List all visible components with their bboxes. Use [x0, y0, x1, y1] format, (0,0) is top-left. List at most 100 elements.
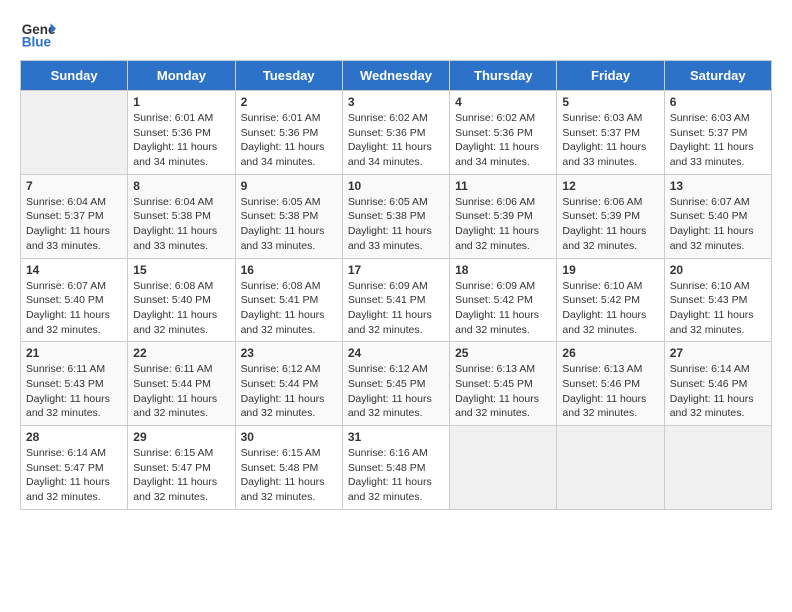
daylight-info: Daylight: 11 hours and 32 minutes.: [133, 475, 229, 504]
day-header-tuesday: Tuesday: [235, 61, 342, 91]
day-number: 6: [670, 95, 766, 109]
cell-details: Sunrise: 6:07 AM Sunset: 5:40 PM Dayligh…: [26, 279, 122, 338]
calendar-cell: 7 Sunrise: 6:04 AM Sunset: 5:37 PM Dayli…: [21, 174, 128, 258]
daylight-info: Daylight: 11 hours and 32 minutes.: [455, 224, 551, 253]
cell-details: Sunrise: 6:08 AM Sunset: 5:41 PM Dayligh…: [241, 279, 337, 338]
cell-details: Sunrise: 6:03 AM Sunset: 5:37 PM Dayligh…: [670, 111, 766, 170]
daylight-info: Daylight: 11 hours and 32 minutes.: [26, 308, 122, 337]
calendar-cell: 6 Sunrise: 6:03 AM Sunset: 5:37 PM Dayli…: [664, 91, 771, 175]
sunset-info: Sunset: 5:36 PM: [348, 126, 444, 141]
sunrise-info: Sunrise: 6:07 AM: [26, 279, 122, 294]
sunrise-info: Sunrise: 6:02 AM: [455, 111, 551, 126]
day-number: 24: [348, 346, 444, 360]
calendar-cell: 17 Sunrise: 6:09 AM Sunset: 5:41 PM Dayl…: [342, 258, 449, 342]
cell-details: Sunrise: 6:05 AM Sunset: 5:38 PM Dayligh…: [241, 195, 337, 254]
sunrise-info: Sunrise: 6:10 AM: [562, 279, 658, 294]
day-number: 30: [241, 430, 337, 444]
day-header-sunday: Sunday: [21, 61, 128, 91]
day-number: 19: [562, 263, 658, 277]
calendar-cell: 1 Sunrise: 6:01 AM Sunset: 5:36 PM Dayli…: [128, 91, 235, 175]
sunrise-info: Sunrise: 6:13 AM: [455, 362, 551, 377]
calendar-cell: 23 Sunrise: 6:12 AM Sunset: 5:44 PM Dayl…: [235, 342, 342, 426]
sunrise-info: Sunrise: 6:11 AM: [26, 362, 122, 377]
daylight-info: Daylight: 11 hours and 32 minutes.: [133, 392, 229, 421]
cell-details: Sunrise: 6:11 AM Sunset: 5:43 PM Dayligh…: [26, 362, 122, 421]
calendar-cell: 3 Sunrise: 6:02 AM Sunset: 5:36 PM Dayli…: [342, 91, 449, 175]
daylight-info: Daylight: 11 hours and 32 minutes.: [26, 392, 122, 421]
sunrise-info: Sunrise: 6:03 AM: [670, 111, 766, 126]
calendar-cell: 25 Sunrise: 6:13 AM Sunset: 5:45 PM Dayl…: [450, 342, 557, 426]
cell-details: Sunrise: 6:06 AM Sunset: 5:39 PM Dayligh…: [455, 195, 551, 254]
sunset-info: Sunset: 5:39 PM: [455, 209, 551, 224]
day-number: 9: [241, 179, 337, 193]
daylight-info: Daylight: 11 hours and 33 minutes.: [348, 224, 444, 253]
daylight-info: Daylight: 11 hours and 32 minutes.: [670, 224, 766, 253]
day-number: 22: [133, 346, 229, 360]
calendar-cell: 19 Sunrise: 6:10 AM Sunset: 5:42 PM Dayl…: [557, 258, 664, 342]
sunrise-info: Sunrise: 6:14 AM: [670, 362, 766, 377]
day-number: 23: [241, 346, 337, 360]
daylight-info: Daylight: 11 hours and 33 minutes.: [241, 224, 337, 253]
cell-details: Sunrise: 6:07 AM Sunset: 5:40 PM Dayligh…: [670, 195, 766, 254]
cell-details: Sunrise: 6:13 AM Sunset: 5:45 PM Dayligh…: [455, 362, 551, 421]
day-number: 10: [348, 179, 444, 193]
sunset-info: Sunset: 5:48 PM: [241, 461, 337, 476]
calendar-cell: 29 Sunrise: 6:15 AM Sunset: 5:47 PM Dayl…: [128, 426, 235, 510]
sunrise-info: Sunrise: 6:12 AM: [348, 362, 444, 377]
calendar-cell: 24 Sunrise: 6:12 AM Sunset: 5:45 PM Dayl…: [342, 342, 449, 426]
daylight-info: Daylight: 11 hours and 32 minutes.: [562, 308, 658, 337]
sunset-info: Sunset: 5:47 PM: [133, 461, 229, 476]
daylight-info: Daylight: 11 hours and 32 minutes.: [241, 475, 337, 504]
calendar-week-3: 14 Sunrise: 6:07 AM Sunset: 5:40 PM Dayl…: [21, 258, 772, 342]
daylight-info: Daylight: 11 hours and 32 minutes.: [455, 392, 551, 421]
daylight-info: Daylight: 11 hours and 34 minutes.: [348, 140, 444, 169]
sunset-info: Sunset: 5:37 PM: [562, 126, 658, 141]
cell-details: Sunrise: 6:05 AM Sunset: 5:38 PM Dayligh…: [348, 195, 444, 254]
daylight-info: Daylight: 11 hours and 32 minutes.: [348, 308, 444, 337]
daylight-info: Daylight: 11 hours and 34 minutes.: [133, 140, 229, 169]
day-number: 27: [670, 346, 766, 360]
daylight-info: Daylight: 11 hours and 33 minutes.: [26, 224, 122, 253]
sunset-info: Sunset: 5:43 PM: [26, 377, 122, 392]
daylight-info: Daylight: 11 hours and 32 minutes.: [241, 308, 337, 337]
sunset-info: Sunset: 5:36 PM: [133, 126, 229, 141]
cell-details: Sunrise: 6:14 AM Sunset: 5:46 PM Dayligh…: [670, 362, 766, 421]
cell-details: Sunrise: 6:10 AM Sunset: 5:42 PM Dayligh…: [562, 279, 658, 338]
cell-details: Sunrise: 6:04 AM Sunset: 5:37 PM Dayligh…: [26, 195, 122, 254]
day-number: 11: [455, 179, 551, 193]
sunset-info: Sunset: 5:40 PM: [670, 209, 766, 224]
sunset-info: Sunset: 5:42 PM: [455, 293, 551, 308]
daylight-info: Daylight: 11 hours and 32 minutes.: [348, 475, 444, 504]
daylight-info: Daylight: 11 hours and 33 minutes.: [133, 224, 229, 253]
day-number: 14: [26, 263, 122, 277]
cell-details: Sunrise: 6:08 AM Sunset: 5:40 PM Dayligh…: [133, 279, 229, 338]
day-number: 26: [562, 346, 658, 360]
calendar-header-row: SundayMondayTuesdayWednesdayThursdayFrid…: [21, 61, 772, 91]
calendar-cell: 5 Sunrise: 6:03 AM Sunset: 5:37 PM Dayli…: [557, 91, 664, 175]
sunset-info: Sunset: 5:39 PM: [562, 209, 658, 224]
sunset-info: Sunset: 5:45 PM: [348, 377, 444, 392]
calendar-cell: 8 Sunrise: 6:04 AM Sunset: 5:38 PM Dayli…: [128, 174, 235, 258]
sunset-info: Sunset: 5:38 PM: [133, 209, 229, 224]
logo: General Blue: [20, 16, 60, 52]
day-header-monday: Monday: [128, 61, 235, 91]
day-header-thursday: Thursday: [450, 61, 557, 91]
sunrise-info: Sunrise: 6:04 AM: [133, 195, 229, 210]
page-header: General Blue: [20, 16, 772, 52]
cell-details: Sunrise: 6:13 AM Sunset: 5:46 PM Dayligh…: [562, 362, 658, 421]
day-header-saturday: Saturday: [664, 61, 771, 91]
sunrise-info: Sunrise: 6:01 AM: [241, 111, 337, 126]
daylight-info: Daylight: 11 hours and 32 minutes.: [670, 392, 766, 421]
calendar-week-1: 1 Sunrise: 6:01 AM Sunset: 5:36 PM Dayli…: [21, 91, 772, 175]
cell-details: Sunrise: 6:11 AM Sunset: 5:44 PM Dayligh…: [133, 362, 229, 421]
calendar-cell: 14 Sunrise: 6:07 AM Sunset: 5:40 PM Dayl…: [21, 258, 128, 342]
calendar-cell: 10 Sunrise: 6:05 AM Sunset: 5:38 PM Dayl…: [342, 174, 449, 258]
daylight-info: Daylight: 11 hours and 32 minutes.: [241, 392, 337, 421]
day-number: 17: [348, 263, 444, 277]
sunrise-info: Sunrise: 6:13 AM: [562, 362, 658, 377]
calendar-week-5: 28 Sunrise: 6:14 AM Sunset: 5:47 PM Dayl…: [21, 426, 772, 510]
calendar-cell: 4 Sunrise: 6:02 AM Sunset: 5:36 PM Dayli…: [450, 91, 557, 175]
sunrise-info: Sunrise: 6:06 AM: [562, 195, 658, 210]
calendar-week-2: 7 Sunrise: 6:04 AM Sunset: 5:37 PM Dayli…: [21, 174, 772, 258]
daylight-info: Daylight: 11 hours and 34 minutes.: [455, 140, 551, 169]
